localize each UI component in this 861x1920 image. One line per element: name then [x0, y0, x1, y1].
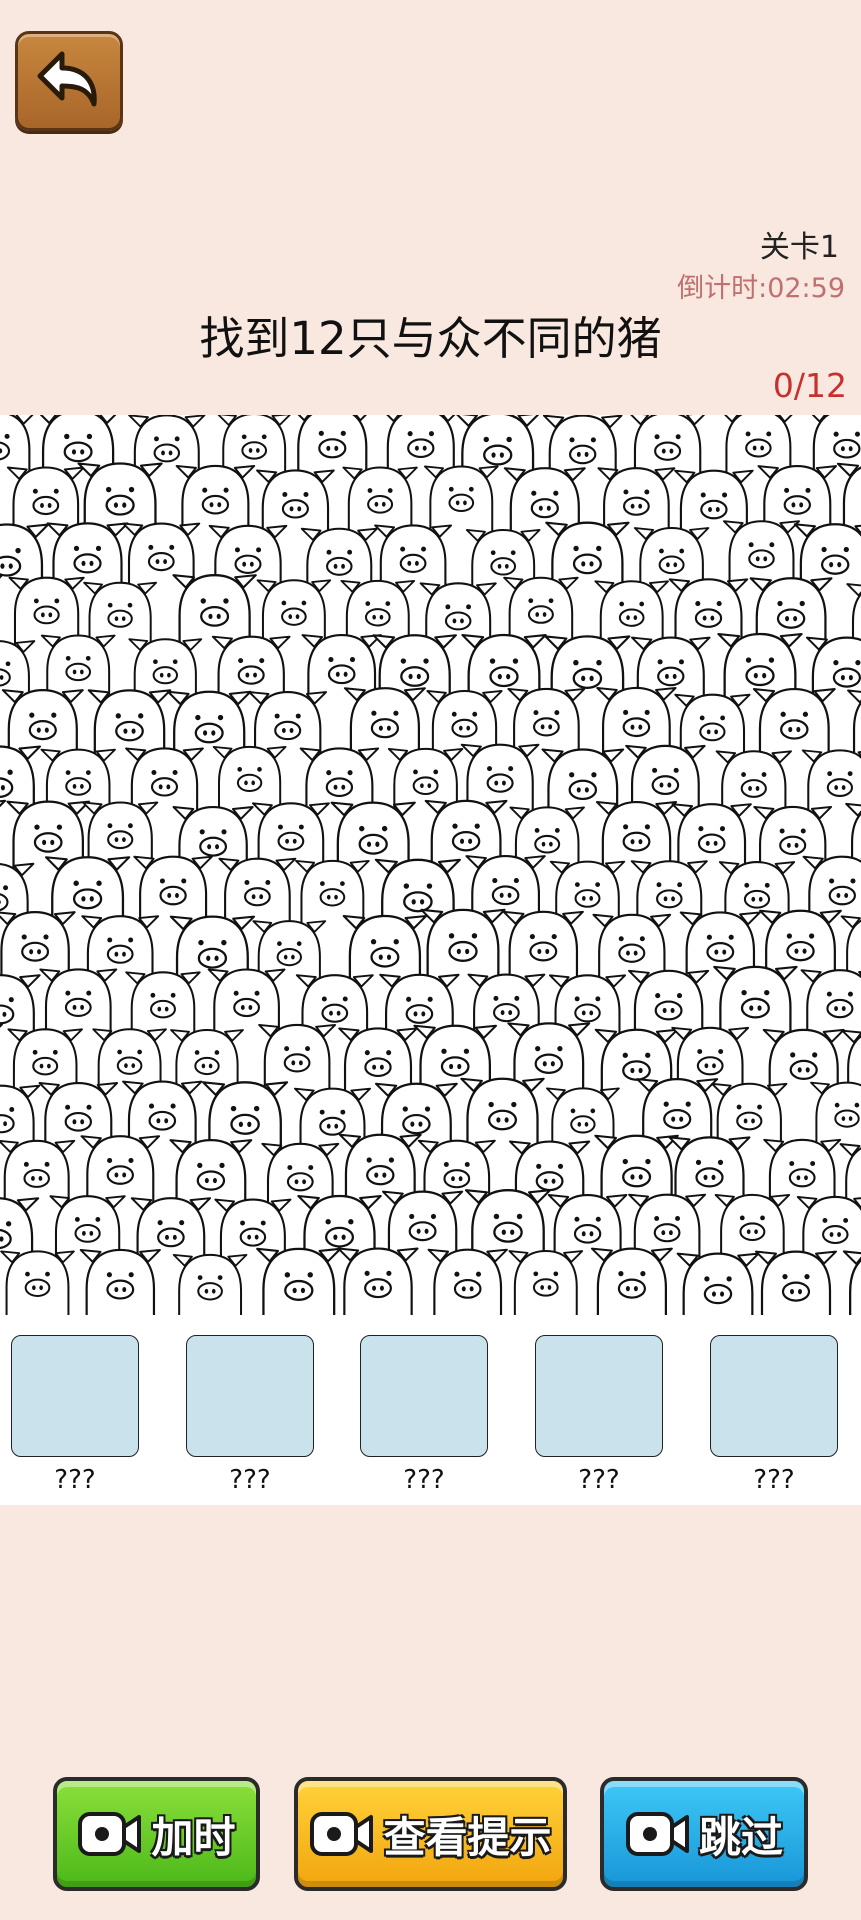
skip-button[interactable]: 跳过: [600, 1777, 808, 1891]
pig-figure[interactable]: [676, 1252, 760, 1315]
found-slot-4-label: ???: [578, 1465, 620, 1495]
add-time-button[interactable]: 加时: [53, 1777, 260, 1891]
found-slot-5: [710, 1335, 838, 1457]
pig-figure[interactable]: [337, 1247, 419, 1315]
page-title: 找到12只与众不同的猪: [199, 312, 662, 365]
pig-figure[interactable]: [590, 1247, 674, 1315]
found-slot-4: [535, 1335, 663, 1457]
pig-figure[interactable]: [427, 1248, 508, 1315]
found-slot-1: [11, 1335, 139, 1457]
pig-figure[interactable]: [172, 1253, 248, 1315]
found-counter: 0/12: [772, 366, 847, 405]
pig-figure[interactable]: [0, 1250, 75, 1315]
found-slot-5-label: ???: [753, 1465, 795, 1495]
level-label: 关卡1: [759, 230, 839, 265]
found-slot-3-label: ???: [403, 1465, 445, 1495]
found-slot-3: [360, 1335, 488, 1457]
found-slot-2: [186, 1335, 314, 1457]
found-slot-2-label: ???: [229, 1465, 271, 1495]
add-time-label: 加时: [151, 1812, 236, 1862]
pig-figure[interactable]: [256, 1247, 342, 1315]
countdown-timer: 倒计时:02:59: [677, 273, 845, 304]
back-arrow-icon: [37, 51, 97, 107]
skip-label: 跳过: [698, 1812, 783, 1862]
video-camera-icon: [310, 1812, 374, 1856]
view-hint-label: 查看提示: [383, 1812, 552, 1862]
puzzle-board[interactable]: [0, 415, 861, 1315]
found-slots-panel: ??? ??? ??? ??? ???: [0, 1315, 861, 1505]
pig-figure[interactable]: [508, 1250, 584, 1315]
pig-crowd-image[interactable]: [0, 415, 861, 1315]
video-camera-icon: [78, 1812, 142, 1856]
found-slot-1-label: ???: [54, 1465, 96, 1495]
video-camera-icon: [625, 1812, 689, 1856]
pig-figure[interactable]: [754, 1250, 838, 1315]
back-button[interactable]: [15, 31, 123, 131]
pig-figure[interactable]: [79, 1248, 161, 1315]
view-hint-button[interactable]: 查看提示: [294, 1777, 567, 1891]
